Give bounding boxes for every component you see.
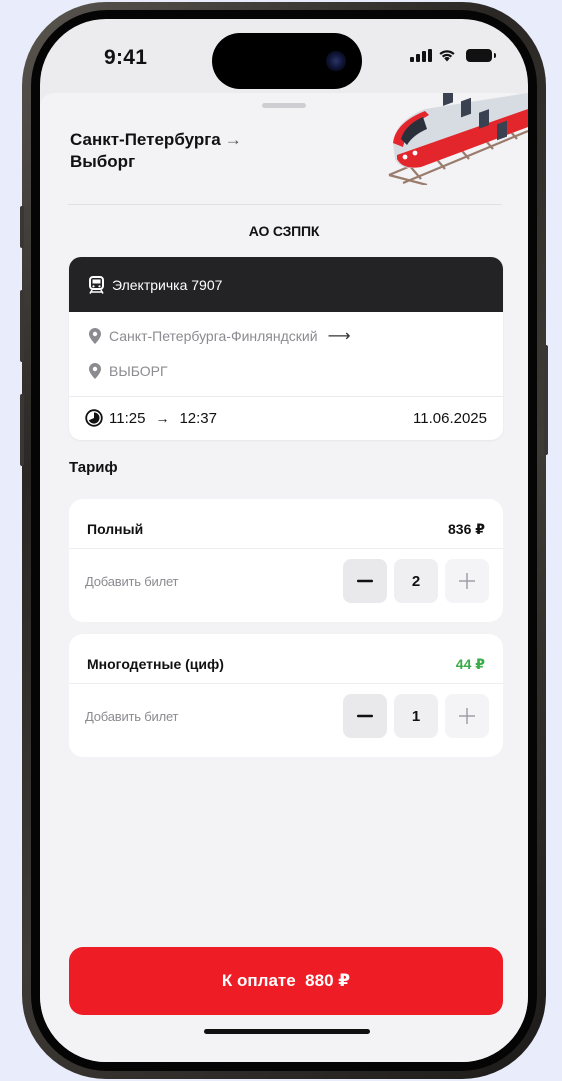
- location-pin-icon: [89, 363, 101, 379]
- front-camera: [326, 51, 346, 71]
- header-divider: [68, 204, 502, 205]
- trip-card-header: Электричка 7907: [69, 257, 503, 312]
- train-name: Электричка 7907: [112, 276, 223, 293]
- pay-button[interactable]: К оплате 880 ₽: [69, 947, 503, 1015]
- origin-station: Санкт-Петербурга-Финляндский: [109, 328, 318, 344]
- decrease-button[interactable]: [343, 559, 387, 603]
- quantity-stepper: 2: [343, 559, 489, 603]
- screen: 9:41 Санкт-Петербурга → Выборг АО СЗППК …: [40, 19, 528, 1062]
- train-icon: [89, 275, 104, 294]
- destination-station: ВЫБОРГ: [109, 363, 168, 379]
- origin-station-row: Санкт-Петербурга-Финляндский ⟶: [89, 326, 351, 346]
- route-title: Санкт-Петербурга → Выборг: [70, 129, 310, 173]
- phone-volume-down-button: [20, 394, 24, 466]
- trip-date: 11.06.2025: [413, 409, 487, 427]
- fare-divider: [69, 683, 503, 684]
- increase-button[interactable]: [445, 694, 489, 738]
- signal-icon: [410, 49, 432, 62]
- status-time: 9:41: [104, 46, 148, 69]
- decrease-button[interactable]: [343, 694, 387, 738]
- destination-station-row: ВЫБОРГ: [89, 363, 168, 379]
- battery-icon: [466, 49, 496, 62]
- trip-card: Электричка 7907 Санкт-Петербурга-Финлянд…: [69, 257, 503, 440]
- train-illustration: [388, 93, 528, 185]
- trip-divider: [69, 396, 503, 397]
- plus-icon: [459, 573, 475, 589]
- booking-sheet: Санкт-Петербурга → Выборг АО СЗППК Элект…: [40, 93, 528, 1062]
- add-ticket-label: Добавить билет: [85, 574, 179, 589]
- departure-time: 11:25: [109, 409, 146, 427]
- location-pin-icon: [89, 328, 101, 344]
- wifi-icon: [439, 50, 455, 62]
- phone-power-button: [544, 345, 548, 455]
- quantity-stepper: 1: [343, 694, 489, 738]
- ticket-quantity: 2: [394, 559, 438, 603]
- times-row: 11:25 → 12:37 11.06.2025: [85, 403, 487, 433]
- route-destination: Выборг: [70, 152, 136, 171]
- fare-divider: [69, 548, 503, 549]
- status-bar: 9:41: [40, 19, 528, 93]
- plus-icon: [459, 708, 475, 724]
- fare-name: Полный: [87, 521, 144, 537]
- fare-price: 44 ₽: [455, 656, 485, 672]
- fare-card-full: Полный 836 ₽ Добавить билет 2: [69, 499, 503, 622]
- route-origin: Санкт-Петербурга: [70, 130, 221, 149]
- status-icons: [410, 49, 496, 62]
- tariff-section-title: Тариф: [69, 459, 118, 476]
- increase-button[interactable]: [445, 559, 489, 603]
- home-indicator[interactable]: [204, 1029, 370, 1034]
- minus-icon: [357, 579, 373, 583]
- phone-volume-up-button: [20, 290, 24, 362]
- dynamic-island: [212, 33, 362, 89]
- time-arrow: →: [155, 410, 170, 426]
- route-arrow: →: [224, 130, 242, 149]
- station-arrow: ⟶: [327, 328, 351, 345]
- clock-icon: [85, 409, 103, 427]
- fare-name: Многодетные (циф): [87, 656, 224, 672]
- sheet-grabber[interactable]: [262, 103, 306, 108]
- phone-action-button: [20, 206, 24, 248]
- ticket-quantity: 1: [394, 694, 438, 738]
- add-ticket-label: Добавить билет: [85, 709, 179, 724]
- fare-price: 836 ₽: [448, 521, 485, 537]
- fare-card-large-family: Многодетные (циф) 44 ₽ Добавить билет 1: [69, 634, 503, 757]
- minus-icon: [357, 714, 373, 718]
- carrier-name: АО СЗППК: [248, 223, 320, 239]
- arrival-time: 12:37: [179, 409, 217, 427]
